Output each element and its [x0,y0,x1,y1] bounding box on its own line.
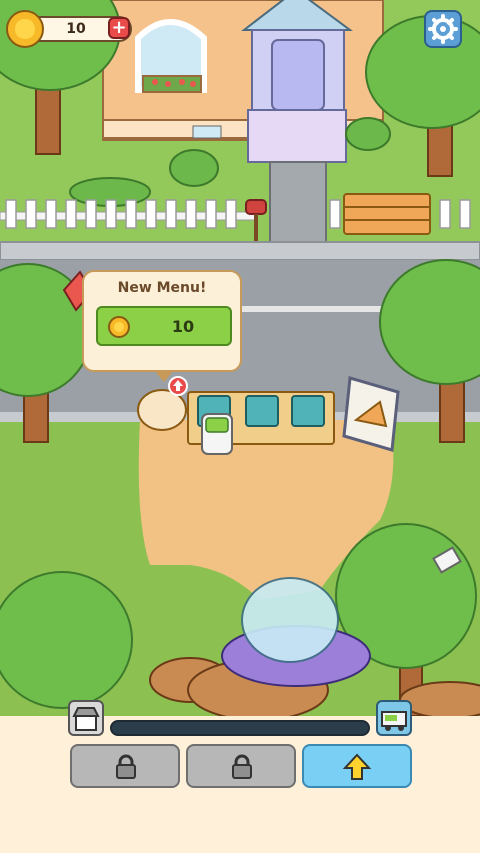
coin-icon [108,316,130,338]
lock-icon [116,754,136,779]
upgrade-badge-icon[interactable] [168,376,188,396]
gear-icon [428,14,458,44]
locked-slot-2[interactable] [186,744,296,788]
food-truck-icon [381,711,407,731]
upgrade-button[interactable] [302,744,412,788]
progress-bar [110,720,370,736]
coin-counter: 10 + [6,10,132,48]
menu-cost: 10 [171,317,195,336]
shop-button[interactable] [68,700,104,736]
new-menu-popup: New Menu! 10 [82,270,242,382]
food-truck-button[interactable] [376,700,412,736]
lock-icon [232,754,252,779]
coin-count: 10 [66,21,86,37]
house [102,0,384,163]
buy-menu-button[interactable]: 10 [96,306,232,346]
up-arrow-icon [342,753,372,780]
shop-icon [72,707,100,731]
popup-title: New Menu! [117,280,207,296]
locked-slot-1[interactable] [70,744,180,788]
game-scene: 10 + New Menu! 10 [0,0,480,716]
settings-button[interactable] [424,10,462,48]
add-coins-button[interactable]: + [108,17,130,39]
coin-icon [6,10,44,48]
